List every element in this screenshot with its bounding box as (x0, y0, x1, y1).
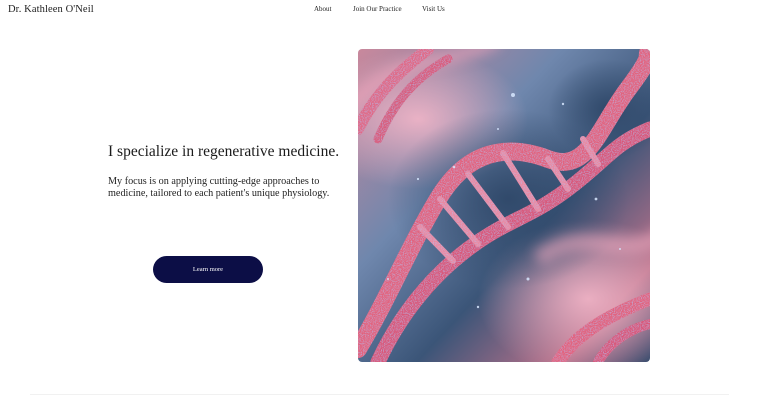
nav-link-visit-us[interactable]: Visit Us (422, 5, 445, 13)
nav-link-about[interactable]: About (314, 5, 332, 13)
dna-helix-illustration (358, 49, 650, 362)
nav-link-join-our-practice[interactable]: Join Our Practice (353, 5, 402, 13)
hero-headline: I specialize in regenerative medicine. (108, 143, 340, 160)
hero-image (358, 49, 650, 362)
hero-lead-text: My focus is on applying cutting-edge app… (108, 176, 330, 199)
footer-divider (30, 394, 729, 395)
learn-more-button[interactable]: Learn more (153, 256, 263, 283)
main-nav: About Join Our Practice Visit Us (0, 5, 759, 17)
